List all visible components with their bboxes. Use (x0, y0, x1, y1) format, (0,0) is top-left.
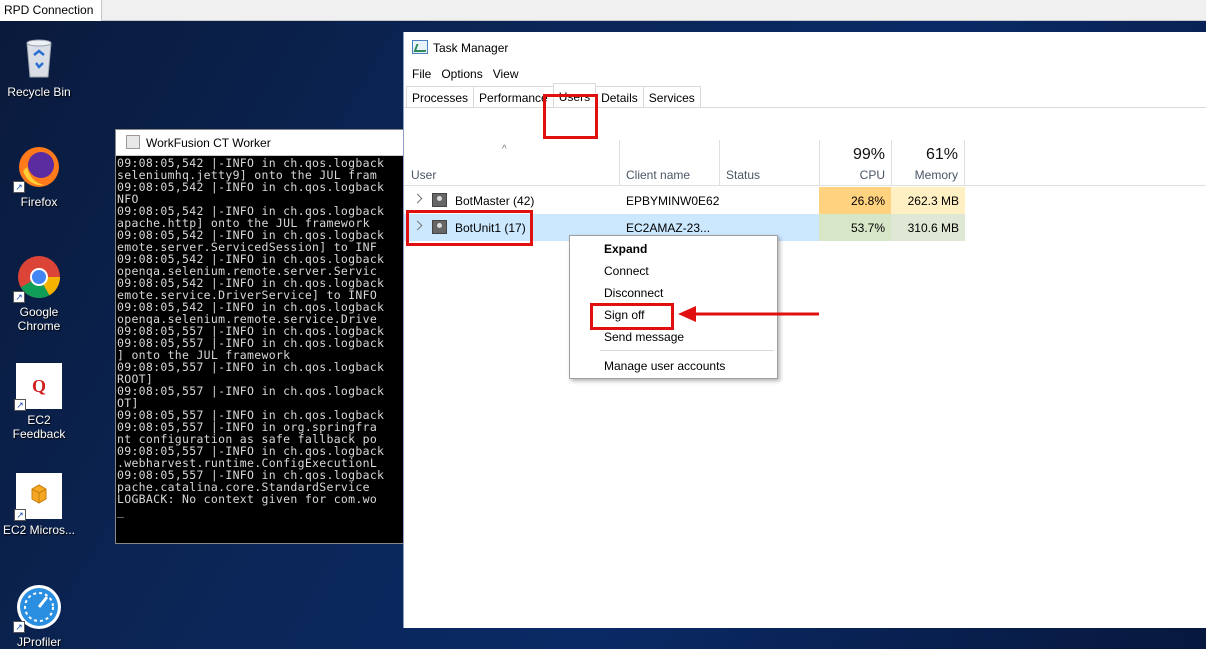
shortcut-arrow-icon: ↗ (14, 509, 26, 521)
console-title: WorkFusion CT Worker (146, 136, 271, 150)
desktop-icon-ec2-micros[interactable]: ↗ EC2 Micros... (1, 473, 77, 537)
tab-strip: Processes Performance Users Details Serv… (404, 83, 1206, 108)
desktop-icon-chrome[interactable]: ↗ Google Chrome (1, 253, 77, 333)
console-output: 09:08:05,542 |-INFO in ch.qos.logback sel… (116, 156, 414, 517)
console-line: _ (117, 504, 125, 518)
firefox-icon: ↗ (13, 143, 63, 193)
desktop-icon-ec2-feedback[interactable]: Q ↗ EC2 Feedback (1, 363, 77, 441)
jprofiler-icon: ↗ (13, 583, 63, 633)
cpu-total: 99% (852, 146, 885, 163)
column-cpu[interactable]: 99% CPU (819, 140, 891, 186)
menu-item-disconnect[interactable]: Disconnect (604, 286, 663, 300)
menu-separator (600, 350, 774, 351)
highlight-users-tab (543, 94, 598, 139)
column-status[interactable]: Status (719, 140, 819, 186)
menu-view[interactable]: View (488, 67, 524, 86)
tab-services[interactable]: Services (642, 86, 701, 107)
annotation-arrow-icon (678, 306, 819, 322)
client-name: EPBYMINW0E62 (626, 194, 720, 208)
column-client-name[interactable]: Client name (619, 140, 719, 186)
console-line: LOGBACK: No context given for com.wo (117, 492, 378, 506)
console-window[interactable]: WorkFusion CT Worker 09:08:05,542 |-INFO… (115, 129, 415, 544)
java-icon (126, 135, 140, 149)
desktop-icon-label: EC2 Feedback (12, 413, 66, 441)
task-manager-title-bar[interactable]: Task Manager (404, 32, 1206, 62)
user-icon (432, 193, 447, 207)
cpu-value: 26.8% (819, 187, 891, 214)
shortcut-arrow-icon: ↗ (13, 621, 25, 633)
rdp-connection-tab[interactable]: RPD Connection (0, 0, 103, 21)
console-line: 09:08:05,542 |-INFO in ch.qos.logback (117, 180, 385, 194)
menu-item-connect[interactable]: Connect (604, 264, 649, 278)
menu-file[interactable]: File (407, 67, 436, 86)
shortcut-arrow-icon: ↗ (13, 181, 25, 193)
highlight-sign-off (590, 303, 674, 330)
sort-arrow-icon: ^ (502, 144, 507, 155)
rdp-tab-bar: RPD Connection (0, 0, 1206, 21)
package-icon: ↗ (14, 473, 62, 521)
tab-processes[interactable]: Processes (406, 86, 475, 107)
console-line: 09:08:05,557 |-INFO in ch.qos.logback (117, 360, 385, 374)
shortcut-arrow-icon: ↗ (13, 291, 25, 303)
desktop-icon-jprofiler[interactable]: ↗ JProfiler (1, 583, 77, 649)
menu-item-send-message[interactable]: Send message (604, 330, 684, 344)
desktop-icon-label: JProfiler (16, 635, 61, 649)
console-line: 09:08:05,557 |-INFO in ch.qos.logback (117, 384, 385, 398)
tab-details[interactable]: Details (595, 86, 644, 107)
cpu-value: 53.7% (819, 214, 891, 241)
desktop-icon-label: EC2 Micros... (2, 523, 75, 537)
menu-options[interactable]: Options (436, 67, 487, 86)
desktop-icon-label: Recycle Bin (7, 85, 71, 99)
chrome-icon: ↗ (13, 253, 63, 303)
column-memory[interactable]: 61% Memory (891, 140, 965, 186)
console-title-bar[interactable]: WorkFusion CT Worker (116, 130, 414, 156)
task-manager-window: Task Manager File Options View Processes… (403, 32, 1206, 628)
desktop-icon-label: Google Chrome (17, 305, 61, 333)
shortcut-arrow-icon: ↗ (14, 399, 26, 411)
expand-chevron-icon[interactable] (412, 193, 423, 204)
column-user[interactable]: ^ User (404, 140, 619, 186)
column-header: ^ User Client name Status 99% CPU 61% Me… (404, 140, 1206, 186)
desktop-icon-firefox[interactable]: ↗ Firefox (1, 143, 77, 209)
memory-value: 310.6 MB (891, 214, 965, 241)
highlight-botunit-row (406, 210, 533, 246)
desktop-icon-label: Firefox (20, 195, 58, 209)
recycle-bin-icon (15, 33, 63, 81)
desktop-icon-recycle-bin[interactable]: Recycle Bin (1, 33, 77, 99)
memory-total: 61% (925, 146, 958, 163)
menu-item-manage-user-accounts[interactable]: Manage user accounts (604, 359, 725, 373)
task-manager-icon (412, 40, 428, 54)
feedback-icon: Q ↗ (14, 363, 62, 411)
menu-item-expand[interactable]: Expand (604, 242, 647, 256)
tab-performance[interactable]: Performance (473, 86, 554, 107)
memory-value: 262.3 MB (891, 187, 965, 214)
menu-bar: File Options View (404, 62, 1206, 86)
window-title: Task Manager (433, 41, 509, 55)
